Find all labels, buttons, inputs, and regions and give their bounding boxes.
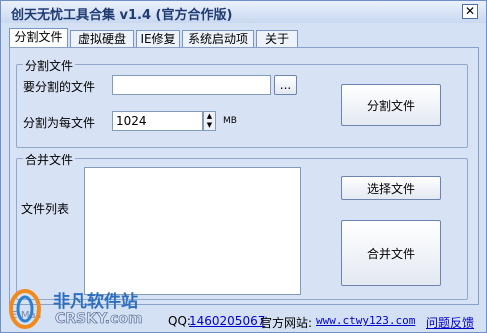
file-list-label: 文件列表 (21, 202, 70, 216)
merge-group-title: 合并文件 (23, 151, 76, 168)
file-path-input[interactable] (112, 75, 271, 95)
merge-button[interactable]: 合并文件 (341, 220, 441, 286)
tab-startup-items[interactable]: 系统启动项 (182, 30, 254, 48)
spin-down-icon[interactable]: ▼ (204, 121, 215, 130)
select-file-button[interactable]: 选择文件 (341, 176, 441, 200)
file-label: 要分割的文件 (23, 80, 96, 94)
window-title: 创天无忧工具合集 v1.4 (官方合作版) (11, 8, 233, 23)
title-bar: 创天无忧工具合集 v1.4 (官方合作版) ✕ (1, 1, 486, 23)
merge-group: 合并文件 文件列表 选择文件 合并文件 (16, 151, 468, 300)
watermark-en: CRSKY.com (55, 311, 143, 328)
site-label: 官方网站: (260, 316, 313, 330)
feedback-link[interactable]: 问题反馈 (426, 314, 474, 331)
watermark-logo: 非凡软件站 CRSKY.com (3, 283, 173, 331)
qq-link[interactable]: 1460205067 (189, 314, 265, 328)
split-group-title: 分割文件 (23, 57, 76, 74)
close-icon[interactable]: ✕ (462, 4, 478, 19)
size-stepper[interactable]: ▲ ▼ (203, 111, 216, 131)
tab-virtual-disk[interactable]: 虚拟硬盘 (70, 30, 134, 48)
tab-split-file[interactable]: 分割文件 (9, 28, 68, 49)
size-label: 分割为每文件 (23, 116, 96, 130)
tab-about[interactable]: 关于 (256, 30, 298, 48)
app-window: 创天无忧工具合集 v1.4 (官方合作版) ✕ 分割文件 虚拟硬盘 IE修复 系… (0, 0, 487, 333)
unit-label: MB (223, 116, 237, 126)
tab-ie-repair[interactable]: IE修复 (136, 30, 180, 48)
file-list-box[interactable] (84, 167, 301, 295)
split-button[interactable]: 分割文件 (341, 84, 441, 126)
browse-button[interactable]: ... (274, 75, 297, 95)
size-input[interactable]: 1024 (112, 111, 203, 131)
split-group: 分割文件 要分割的文件 ... 分割为每文件 1024 ▲ ▼ MB 分割文件 (16, 57, 468, 148)
swirl-logo-icon (9, 289, 41, 329)
site-link[interactable]: www.ctwy123.com (316, 314, 415, 327)
watermark-cn: 非凡软件站 (53, 292, 138, 312)
tab-panel-split: 分割文件 要分割的文件 ... 分割为每文件 1024 ▲ ▼ MB 分割文件 … (9, 47, 479, 305)
spin-up-icon[interactable]: ▲ (204, 112, 215, 121)
